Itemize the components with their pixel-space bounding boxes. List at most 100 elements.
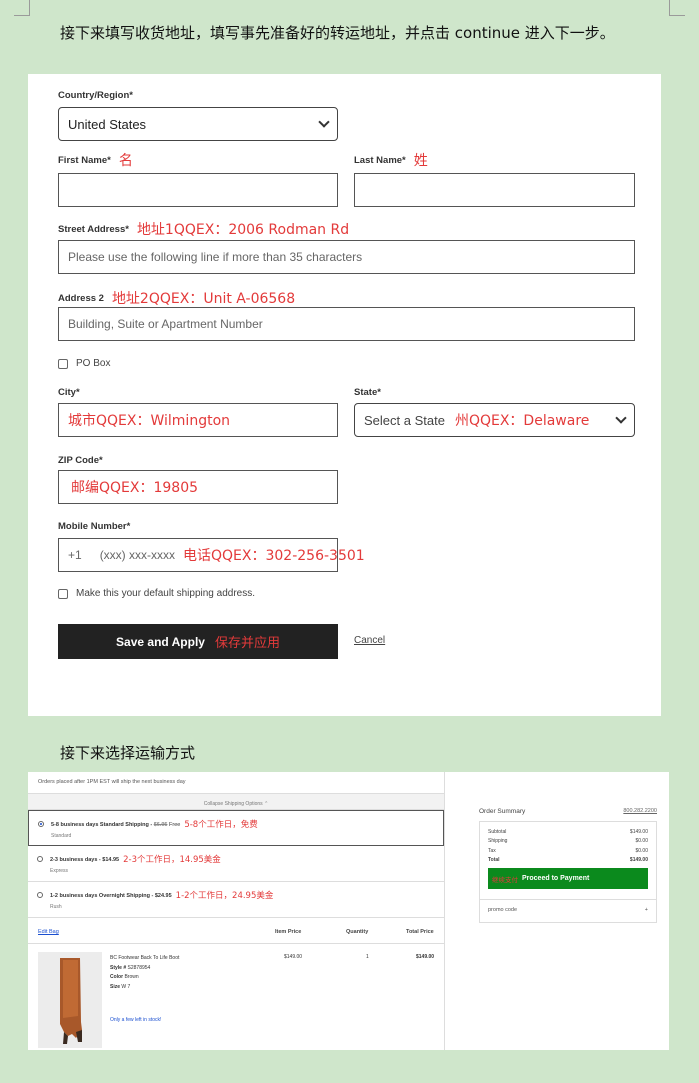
corner-mark-left <box>14 0 30 16</box>
boot-image <box>38 952 102 1048</box>
proceed-label: Proceed to Payment <box>522 875 590 883</box>
shipping-address-form: Country/Region* United States First Name… <box>28 74 661 716</box>
option-annotation: 1-2个工作日，24.95美金 <box>175 891 274 901</box>
summary-row-tax: Tax $0.00 <box>488 847 648 856</box>
radio-icon <box>37 856 43 862</box>
product-details: BC Footwear Back To Life Boot Style # S2… <box>110 954 179 1026</box>
address-2-label: Address 2 地址2QQEX：Unit A-06568 <box>58 288 295 308</box>
po-box-label: PO Box <box>76 358 111 369</box>
save-button-annotation: 保存并应用 <box>214 636 280 651</box>
edit-bag-link[interactable]: Edit Bag <box>38 929 59 935</box>
checkbox-icon <box>58 588 68 599</box>
support-phone-link[interactable]: 800.282.2200 <box>623 808 657 815</box>
color-value: Brown <box>124 974 139 980</box>
item-quantity: 1 <box>366 954 369 960</box>
po-box-checkbox[interactable]: PO Box <box>58 358 110 369</box>
address-2-annotation: 地址2QQEX：Unit A-06568 <box>111 291 296 307</box>
address-2-label-text: Address 2 <box>58 293 104 304</box>
proceed-annotation: 继续支付 <box>492 875 518 884</box>
summary-label: Shipping <box>488 838 508 845</box>
proceed-to-payment-button[interactable]: 继续支付 Proceed to Payment <box>488 868 648 890</box>
summary-row-subtotal: Subtotal $149.00 <box>488 828 648 837</box>
option-annotation: 2-3个工作日，14.95美金 <box>123 855 221 865</box>
mobile-placeholder: (xxx) xxx-xxxx <box>99 548 176 562</box>
chevron-down-icon <box>318 116 330 128</box>
first-name-input[interactable] <box>58 173 338 207</box>
last-name-label: Last Name* 姓 <box>354 150 428 170</box>
country-select[interactable]: United States <box>58 107 338 141</box>
item-total: $149.00 <box>416 954 435 960</box>
order-summary-title: Order Summary <box>479 808 526 815</box>
state-label: State* <box>354 387 381 398</box>
checkbox-icon <box>58 358 68 369</box>
option-subtitle: Standard <box>51 833 72 839</box>
chevron-up-icon: ⌃ <box>264 801 269 807</box>
default-address-checkbox[interactable]: Make this your default shipping address. <box>58 588 255 599</box>
shipping-option-standard[interactable]: 5-8 business days Standard Shipping - $6… <box>28 810 444 846</box>
summary-value: $149.00 <box>629 856 648 863</box>
city-label: City* <box>58 387 80 398</box>
size-value: W 7 <box>121 983 131 990</box>
city-input[interactable]: 城市QQEX：Wilmington <box>58 403 338 437</box>
last-name-label-text: Last Name* <box>354 155 406 166</box>
last-name-annotation: 姓 <box>413 153 428 169</box>
shipping-option-rush[interactable]: 1-2 business days Overnight Shipping - $… <box>28 882 444 918</box>
mobile-input[interactable]: +1 (xxx) xxx-xxxx 电话QQEX：302-256-3501 <box>58 538 365 572</box>
street-address-input[interactable]: Please use the following line if more th… <box>58 240 635 274</box>
summary-label: Subtotal <box>488 829 507 835</box>
plus-icon: + <box>644 907 648 914</box>
order-summary-box: Subtotal $149.00 Shipping $0.00 Tax $0.00 T… <box>479 821 657 924</box>
zip-label: ZIP Code* <box>58 455 103 466</box>
address-2-placeholder: Building, Suite or Apartment Number <box>68 317 263 331</box>
radio-selected-icon <box>38 821 44 827</box>
street-address-label-text: Street Address* <box>58 224 129 235</box>
summary-value: $0.00 <box>635 847 648 854</box>
summary-label: Tax <box>488 847 496 854</box>
instruction-step-1: 接下来填写收货地址，填写事先准备好的转运地址，并点击 continue 进入下一… <box>60 24 615 42</box>
option-title: 1-2 business days Overnight Shipping - $… <box>50 893 172 899</box>
shipping-option-express[interactable]: 2-3 business days - $14.95 2-3个工作日，14.95美… <box>28 846 444 882</box>
option-title: 5-8 business days Standard Shipping - <box>51 822 153 828</box>
first-name-annotation: 名 <box>118 153 133 169</box>
mobile-prefix: +1 <box>68 548 82 562</box>
summary-value: $149.00 <box>629 829 648 835</box>
street-address-annotation: 地址1QQEX：2006 Rodman Rd <box>136 222 350 238</box>
collapse-shipping-options[interactable]: Collapse Shipping Options ⌃ <box>28 794 444 810</box>
bag-table-header: Edit Bag Item Price Quantity Total Price <box>28 918 444 944</box>
country-value: United States <box>68 116 147 132</box>
product-image[interactable] <box>38 952 102 1048</box>
last-name-input[interactable] <box>354 173 635 207</box>
option-old-price: $6.95 <box>153 822 168 828</box>
zip-annotation: 邮编QQEX：19805 <box>71 480 199 496</box>
cancel-link[interactable]: Cancel <box>354 635 385 646</box>
street-address-placeholder: Please use the following line if more th… <box>68 250 363 264</box>
mobile-label: Mobile Number* <box>58 521 131 532</box>
default-address-label: Make this your default shipping address. <box>76 588 255 599</box>
option-price: Free <box>169 822 181 828</box>
total-price-header: Total Price <box>406 929 434 935</box>
first-name-label: First Name* 名 <box>58 150 133 170</box>
state-placeholder: Select a State <box>364 412 445 428</box>
summary-value: $0.00 <box>635 838 648 845</box>
save-and-apply-button[interactable]: Save and Apply 保存并应用 <box>58 624 338 659</box>
shipping-options-column: Orders placed after 1PM EST will ship th… <box>28 772 445 1050</box>
zip-input[interactable]: 邮编QQEX：19805 <box>58 470 338 504</box>
state-select[interactable]: Select a State 州QQEX：Delaware <box>354 403 635 437</box>
product-name[interactable]: BC Footwear Back To Life Boot <box>110 955 179 961</box>
color-label: Color <box>110 974 124 980</box>
style-label: Style # <box>110 964 127 971</box>
save-button-label: Save and Apply <box>116 634 205 649</box>
country-label: Country/Region* <box>58 90 133 101</box>
collapse-label: Collapse Shipping Options <box>203 801 263 807</box>
quantity-header: Quantity <box>346 929 369 935</box>
promo-code-toggle[interactable]: promo code + <box>480 899 656 922</box>
option-subtitle: Express <box>50 868 69 874</box>
promo-code-label: promo code <box>488 907 518 914</box>
address-2-input[interactable]: Building, Suite or Apartment Number <box>58 307 635 341</box>
summary-label: Total <box>488 856 500 863</box>
summary-row-shipping: Shipping $0.00 <box>488 837 648 846</box>
item-price: $149.00 <box>284 954 303 960</box>
option-annotation: 5-8个工作日，免费 <box>184 820 258 830</box>
bag-item-row: BC Footwear Back To Life Boot Style # S2… <box>28 944 444 1050</box>
first-name-label-text: First Name* <box>58 155 111 166</box>
